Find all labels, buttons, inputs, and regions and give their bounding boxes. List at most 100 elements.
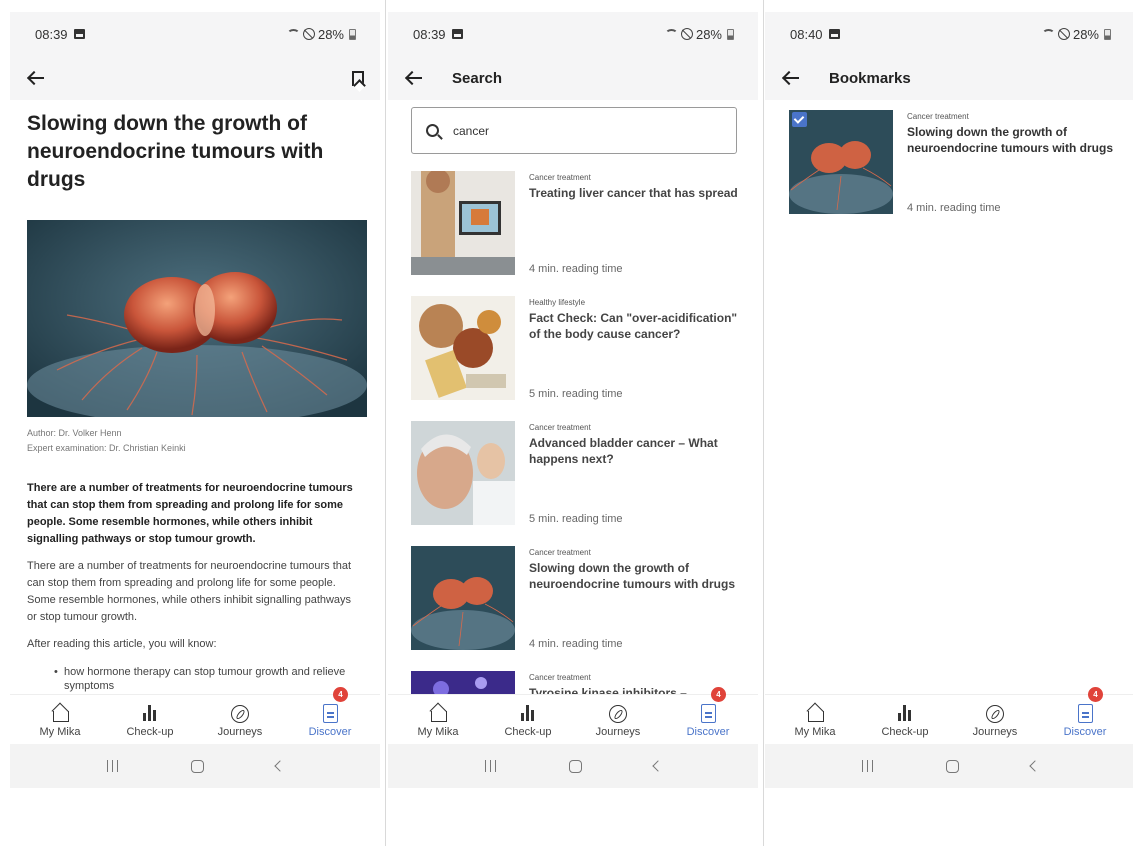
back-arrow-icon[interactable] [26, 67, 48, 89]
result-thumbnail [411, 421, 515, 525]
result-title: Fact Check: Can "over-acidification" of … [529, 311, 738, 341]
nav-my-mika[interactable]: My Mika [28, 695, 92, 744]
result-category: Cancer treatment [529, 673, 591, 682]
result-thumbnail [411, 296, 515, 400]
result-item[interactable]: Cancer treatment Slowing down the growth … [411, 546, 758, 671]
result-reading-time: 4 min. reading time [529, 638, 623, 650]
article-hero-image [27, 220, 367, 425]
recents-icon[interactable] [484, 760, 498, 772]
bottom-nav: My Mika Check-up Journeys 4 Discover [388, 687, 758, 744]
nav-my-mika[interactable]: My Mika [406, 695, 470, 744]
system-back-icon[interactable] [652, 760, 664, 772]
result-category: Cancer treatment [529, 423, 591, 432]
nav-check-up[interactable]: Check-up [496, 695, 560, 744]
article-title: Slowing down the growth of neuroendocrin… [27, 112, 324, 191]
search-results: Cancer treatment Treating liver cancer th… [411, 171, 758, 694]
nav-my-mika[interactable]: My Mika [783, 695, 847, 744]
bookmark-item[interactable]: Cancer treatment Slowing down the growth … [789, 110, 1123, 214]
bar-chart-icon [140, 703, 160, 723]
nav-journeys[interactable]: Journeys [208, 695, 272, 744]
system-back-icon[interactable] [274, 760, 286, 772]
nav-discover[interactable]: 4 Discover [676, 687, 740, 744]
do-not-disturb-icon [680, 28, 693, 40]
article-lead: There are a number of treatments for neu… [27, 482, 353, 545]
image-notification-icon [451, 29, 463, 39]
nav-label: Journeys [217, 726, 263, 738]
result-thumbnail [411, 546, 515, 650]
result-thumbnail [411, 671, 515, 694]
document-icon [700, 704, 716, 723]
do-not-disturb-icon [1057, 28, 1070, 40]
article-intro: After reading this article, you will kno… [27, 638, 217, 650]
page-title: Bookmarks [829, 69, 911, 87]
home-button-icon[interactable] [569, 759, 583, 773]
article-screen: 08:39 28% Slowing down the growth of neu… [10, 12, 380, 788]
wifi-icon [664, 29, 678, 39]
status-time: 08:40 [790, 26, 823, 42]
article-expert: Expert examination: Dr. Christian Keinki [27, 443, 186, 453]
nav-check-up[interactable]: Check-up [873, 695, 937, 744]
status-time: 08:39 [35, 26, 68, 42]
article-bullets: how hormone therapy can stop tumour grow… [27, 665, 363, 693]
recents-icon[interactable] [861, 760, 875, 772]
result-item[interactable]: Cancer treatment Treating liver cancer th… [411, 171, 758, 296]
app-bar [10, 56, 380, 100]
home-icon [428, 703, 448, 723]
result-reading-time: 5 min. reading time [529, 388, 623, 400]
result-item[interactable]: Cancer treatment Advanced bladder cancer … [411, 421, 758, 546]
battery-icon [349, 28, 356, 40]
nav-label: Check-up [504, 726, 552, 738]
nav-discover[interactable]: 4 Discover [1053, 687, 1117, 744]
document-icon [322, 704, 338, 723]
nav-check-up[interactable]: Check-up [118, 695, 182, 744]
system-nav-bar [765, 744, 1133, 788]
nav-discover[interactable]: 4 Discover [298, 687, 362, 744]
nav-label: Check-up [126, 726, 174, 738]
status-bar: 08:39 28% [388, 12, 758, 56]
bar-chart-icon [895, 703, 915, 723]
system-nav-bar [388, 744, 758, 788]
bookmark-category: Cancer treatment [907, 112, 969, 121]
home-icon [805, 703, 825, 723]
wifi-icon [286, 29, 300, 39]
result-title: Slowing down the growth of neuroendocrin… [529, 561, 736, 591]
search-input[interactable] [453, 123, 693, 138]
result-category: Cancer treatment [529, 548, 591, 557]
bookmarks-screen: 08:40 28% Bookmarks Cancer treatment Slow… [765, 12, 1133, 788]
nav-label: My Mika [417, 726, 459, 738]
document-icon [1077, 704, 1093, 723]
recents-icon[interactable] [106, 760, 120, 772]
nav-label: My Mika [794, 726, 836, 738]
result-item[interactable]: Healthy lifestyle Fact Check: Can "over-a… [411, 296, 758, 421]
notification-badge: 4 [1088, 687, 1103, 702]
result-category: Cancer treatment [529, 173, 591, 182]
result-title: Treating liver cancer that has spread [529, 186, 738, 200]
bookmark-icon[interactable] [352, 70, 364, 86]
home-button-icon[interactable] [191, 759, 205, 773]
back-arrow-icon[interactable] [404, 67, 426, 89]
battery-level: 28% [695, 26, 722, 42]
bookmark-title: Slowing down the growth of neuroendocrin… [907, 125, 1114, 155]
home-button-icon[interactable] [946, 759, 960, 773]
nav-journeys[interactable]: Journeys [963, 695, 1027, 744]
app-bar: Search [388, 56, 758, 100]
nav-label: Discover [308, 726, 352, 738]
battery-icon [1104, 28, 1111, 40]
notification-badge: 4 [711, 687, 726, 702]
compass-icon [986, 705, 1004, 723]
result-title: Advanced bladder cancer – What happens n… [529, 436, 718, 466]
result-reading-time: 5 min. reading time [529, 513, 623, 525]
search-icon [426, 124, 439, 137]
nav-label: Discover [1063, 726, 1107, 738]
bookmarked-check-icon [792, 112, 807, 127]
back-arrow-icon[interactable] [781, 67, 803, 89]
system-back-icon[interactable] [1029, 760, 1041, 772]
result-item[interactable]: Cancer treatment Tyrosine kinase inhibito… [411, 671, 758, 694]
result-thumbnail [411, 171, 515, 275]
search-screen: 08:39 28% Search Cancer treatment Treatin… [388, 12, 758, 788]
bookmark-reading-time: 4 min. reading time [907, 202, 1001, 214]
nav-journeys[interactable]: Journeys [586, 695, 650, 744]
article-body[interactable]: Slowing down the growth of neuroendocrin… [10, 100, 380, 694]
image-notification-icon [828, 29, 840, 39]
search-field[interactable] [411, 107, 737, 154]
